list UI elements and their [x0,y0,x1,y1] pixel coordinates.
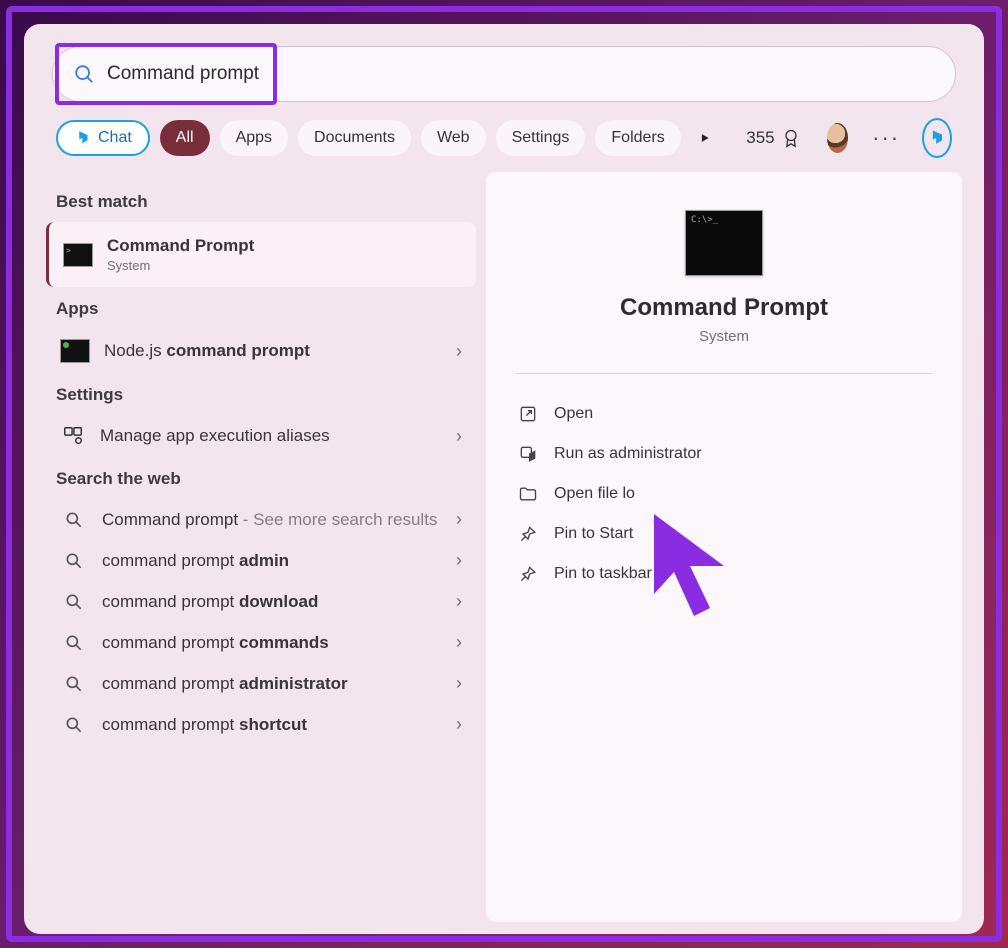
action-open-label: Open [554,405,593,423]
bing-chat-icon [74,129,92,147]
search-icon [64,633,84,653]
chevron-right-icon: › [456,714,462,735]
apps-node-prefix: Node.js [104,341,166,360]
web-3-text: command prompt [102,633,239,652]
details-cmd-icon [685,210,763,276]
rewards-points[interactable]: 355 [746,128,800,148]
filter-row: Chat All Apps Documents Web Settings Fol… [24,112,984,172]
details-category: System [512,328,936,345]
web-1-bold: admin [239,551,289,570]
web-3-bold: commands [239,633,329,652]
start-search-window: Chat All Apps Documents Web Settings Fol… [24,24,984,934]
app-alias-icon [62,425,84,447]
search-icon [64,674,84,694]
chip-all[interactable]: All [160,120,210,156]
action-run-admin[interactable]: Run as administrator [512,434,936,474]
action-open[interactable]: Open [512,394,936,434]
web-0-suffix: - See more search results [238,510,437,529]
chevron-right-icon: › [456,341,462,362]
apps-node-bold: command prompt [166,341,310,360]
bing-button[interactable] [922,118,952,158]
web-row-4[interactable]: command prompt administrator › [46,663,476,704]
web-2-text: command prompt [102,592,239,611]
bing-icon [927,128,947,148]
web-row-1[interactable]: command prompt admin › [46,540,476,581]
more-menu[interactable]: ··· [872,125,900,151]
action-run-admin-label: Run as administrator [554,445,702,463]
settings-row-aliases[interactable]: Manage app execution aliases › [46,415,476,457]
web-0-text: Command prompt [102,510,238,529]
chip-apps[interactable]: Apps [220,120,288,156]
web-2-bold: download [239,592,318,611]
chip-folders-label: Folders [611,129,664,147]
details-pane: Command Prompt System Open Run as admini… [486,172,962,922]
overflow-play-icon[interactable] [699,130,710,146]
search-icon [64,592,84,612]
folder-icon [518,484,538,504]
apps-row-node[interactable]: Node.js command prompt › [46,329,476,373]
best-match-title: Command Prompt [107,236,254,255]
best-match-row[interactable]: Command Prompt System [46,222,476,287]
chevron-right-icon: › [456,509,462,530]
section-web: Search the web [56,469,468,489]
web-row-2[interactable]: command prompt download › [46,581,476,622]
search-icon [73,63,95,85]
chevron-right-icon: › [456,426,462,447]
action-pin-taskbar[interactable]: Pin to taskbar [512,554,936,594]
web-1-text: command prompt [102,551,239,570]
chip-apps-label: Apps [236,129,272,147]
chip-chat[interactable]: Chat [56,120,150,156]
web-5-text: command prompt [102,715,239,734]
action-pin-start[interactable]: Pin to Start [512,514,936,554]
section-apps: Apps [56,299,468,319]
results-column: Best match Command Prompt System Apps No… [46,172,476,922]
shield-admin-icon [518,444,538,464]
action-open-location[interactable]: Open file lo [512,474,936,514]
chevron-right-icon: › [456,591,462,612]
search-icon [64,510,84,530]
web-row-5[interactable]: command prompt shortcut › [46,704,476,745]
pin-icon [518,564,538,584]
section-settings: Settings [56,385,468,405]
action-pin-start-label: Pin to Start [554,525,633,543]
search-input[interactable] [107,63,935,85]
chevron-right-icon: › [456,673,462,694]
web-row-0[interactable]: Command prompt - See more search results… [46,499,476,540]
user-avatar[interactable] [827,123,849,153]
rewards-points-value: 355 [746,128,774,148]
settings-aliases-label: Manage app execution aliases [100,426,448,446]
rewards-medal-icon [781,128,801,148]
pin-icon [518,524,538,544]
node-cmd-icon [60,339,90,363]
section-best-match: Best match [56,192,468,212]
search-icon [64,551,84,571]
action-open-location-label: Open file lo [554,485,635,503]
search-bar [52,46,956,102]
web-4-bold: administrator [239,674,348,693]
details-header: Command Prompt System [512,210,936,345]
best-match-subtitle: System [107,258,462,273]
web-row-3[interactable]: command prompt commands › [46,622,476,663]
open-icon [518,404,538,424]
chip-settings[interactable]: Settings [496,120,586,156]
details-title: Command Prompt [512,294,936,322]
web-5-bold: shortcut [239,715,307,734]
chip-documents-label: Documents [314,129,395,147]
chip-all-label: All [176,129,194,147]
cmd-icon [63,243,93,267]
chip-documents[interactable]: Documents [298,120,411,156]
web-4-text: command prompt [102,674,239,693]
chip-web-label: Web [437,129,470,147]
chip-chat-label: Chat [98,129,132,147]
chip-web[interactable]: Web [421,120,486,156]
divider [516,373,932,374]
chip-settings-label: Settings [512,129,570,147]
chevron-right-icon: › [456,550,462,571]
chevron-right-icon: › [456,632,462,653]
action-pin-taskbar-label: Pin to taskbar [554,565,652,583]
chip-folders[interactable]: Folders [595,120,680,156]
search-icon [64,715,84,735]
